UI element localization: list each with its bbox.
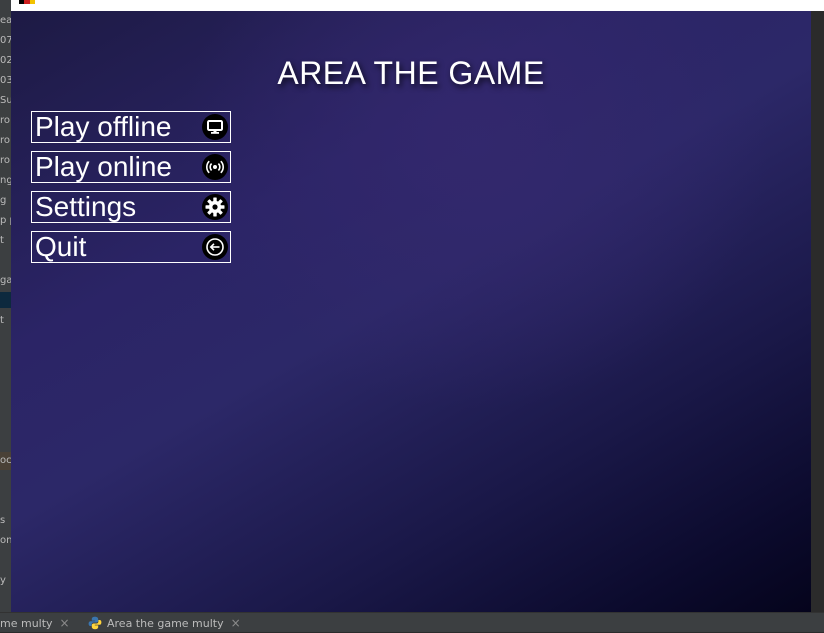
exit-icon (202, 234, 228, 260)
tree-fragment[interactable]: t (0, 235, 11, 247)
desktop-edge (811, 0, 824, 612)
window-titlebar[interactable] (11, 0, 811, 11)
settings-label: Settings (35, 191, 137, 222)
play-offline-label: Play offline (35, 111, 172, 142)
selected-row-highlight (0, 292, 11, 308)
tree-fragment[interactable]: p p (0, 215, 11, 227)
settings-button[interactable]: Settings (31, 191, 231, 223)
python-icon (88, 616, 102, 630)
tree-fragment[interactable]: ro (0, 135, 11, 147)
close-icon[interactable]: × (60, 616, 70, 630)
quit-label: Quit (35, 231, 87, 262)
game-title: AREA THE GAME (277, 55, 545, 91)
tree-fragment[interactable]: 03 (0, 75, 11, 87)
tree-fragment[interactable]: y (0, 575, 11, 587)
play-online-label: Play online (35, 151, 172, 182)
tree-fragment[interactable]: g (0, 195, 11, 207)
tree-fragment[interactable]: oc (0, 455, 11, 467)
tab-label: Area the game multy (107, 616, 224, 630)
tree-fragment[interactable]: ro (0, 155, 11, 167)
tree-fragment[interactable]: gai (0, 275, 11, 287)
ide-tab-bar: me multy × Area the game multy × (0, 612, 824, 632)
app-icon (19, 0, 35, 4)
close-icon[interactable]: × (231, 616, 241, 630)
broadcast-icon (202, 154, 228, 180)
game-window: AREA THE GAME Play offline Play online S… (11, 0, 811, 612)
play-offline-button[interactable]: Play offline (31, 111, 231, 143)
tab-area-the-game-multy[interactable]: Area the game multy × (88, 613, 241, 633)
gear-icon (202, 194, 228, 220)
game-canvas: AREA THE GAME Play offline Play online S… (11, 11, 811, 612)
tree-fragment[interactable]: 07 (0, 35, 11, 47)
tree-fragment[interactable]: t (0, 315, 11, 327)
tree-fragment[interactable]: ea (0, 15, 11, 27)
quit-button[interactable]: Quit (31, 231, 231, 263)
tab-game-multy[interactable]: me multy × (0, 613, 70, 633)
ide-project-panel: ea 07 02 03 Su ro ro ro ng g p p t gai t… (0, 0, 11, 612)
tree-fragment[interactable]: ng (0, 175, 11, 187)
tree-fragment[interactable]: s (0, 515, 11, 527)
tab-label: me multy (0, 616, 53, 630)
tree-fragment[interactable]: ro (0, 115, 11, 127)
tree-fragment[interactable]: 02 (0, 55, 11, 67)
play-online-button[interactable]: Play online (31, 151, 231, 183)
main-menu: Play offline Play online Settings Quit (31, 111, 231, 271)
tree-fragment[interactable]: on (0, 535, 11, 547)
monitor-icon (202, 114, 228, 140)
tree-fragment[interactable]: Su (0, 95, 11, 107)
desktop-edge-top (811, 0, 824, 11)
